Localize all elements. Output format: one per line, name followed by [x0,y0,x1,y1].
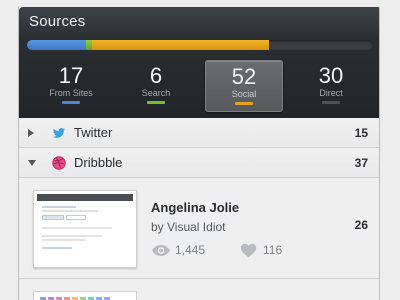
stat-color-swatch [62,101,80,104]
stat-direct[interactable]: 30 Direct [292,60,370,112]
stat-search[interactable]: 6 Search [117,60,195,112]
shot-thumbnail[interactable] [33,190,137,268]
thumbnail-line [42,247,72,249]
stat-label: Social [231,89,257,99]
stat-label: Search [141,88,171,98]
stat-color-swatch [235,102,253,105]
dribbble-ball-icon [52,156,66,170]
expand-arrow-icon[interactable] [28,129,34,137]
shot-list-item[interactable] [19,280,379,300]
thumbnail-tab [42,215,64,220]
progress-segment-from-sites [27,40,86,50]
shot-title[interactable]: Angelina Jolie [151,200,239,215]
source-count: 37 [354,156,368,170]
thumbnail-titlebar [37,194,133,201]
stat-value: 52 [231,64,257,89]
shot-thumbnail[interactable] [33,291,137,300]
twitter-bird-icon [52,126,66,140]
stat-label: Direct [319,88,343,98]
source-name: Dribbble [74,155,123,170]
thumbnail-line [42,206,76,208]
stat-color-swatch [322,101,340,104]
shot-list-item[interactable]: Angelina Jolie by Visual Idiot 1,445 116… [19,179,379,279]
source-count: 15 [354,126,368,140]
stat-label: From Sites [49,88,93,98]
sources-progress-bar [27,40,373,50]
stat-value: 30 [318,63,344,88]
thumbnail-line [42,235,102,237]
sources-header: Sources 17 From Sites 6 Search 52 Social [19,7,379,118]
heart-icon [240,243,257,263]
thumbnail-line [42,239,86,241]
panel-title: Sources [29,13,86,30]
thumbnail-tab [66,215,86,220]
stat-value: 17 [58,63,84,88]
stat-color-swatch [147,101,165,104]
eye-icon [151,244,171,262]
sources-panel: Sources 17 From Sites 6 Search 52 Social [18,7,380,300]
stat-value: 6 [149,63,163,88]
source-row-dribbble[interactable]: Dribbble 37 [19,148,379,178]
stats-row: 17 From Sites 6 Search 52 Social 30 Dire… [19,60,379,114]
stat-from-sites[interactable]: 17 From Sites [32,60,110,112]
collapse-arrow-icon[interactable] [28,160,36,166]
shot-count: 26 [354,218,368,232]
progress-segment-social [92,40,269,50]
shot-author[interactable]: by Visual Idiot [151,220,226,234]
thumbnail-line [42,227,112,229]
source-name: Twitter [74,125,113,140]
thumbnail-line [42,210,98,212]
views-count: 1,445 [175,243,206,257]
progress-segment-direct [269,40,373,50]
stat-social[interactable]: 52 Social [205,60,283,112]
source-row-twitter[interactable]: Twitter 15 [19,118,379,148]
likes-count: 116 [263,243,283,257]
